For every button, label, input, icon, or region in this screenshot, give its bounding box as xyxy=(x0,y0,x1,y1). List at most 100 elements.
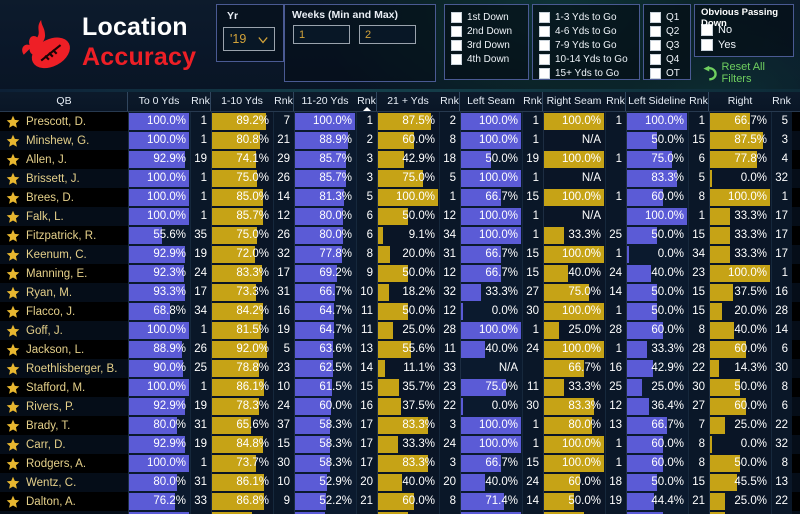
table-row[interactable]: Dalton, A. 76.2% 33 86.8% 9 52.2% 21 60.0% 8 71.4… xyxy=(0,492,800,511)
favorite-star-icon[interactable] xyxy=(6,210,20,224)
favorite-star-icon[interactable] xyxy=(6,153,20,167)
column-header-qb[interactable]: QB xyxy=(0,92,128,111)
checkbox-row-q3[interactable]: Q3 xyxy=(650,38,684,52)
column-header-rnk-7[interactable]: Rnk xyxy=(688,92,709,111)
checkbox-icon[interactable] xyxy=(650,39,661,51)
year-dropdown[interactable]: '19 xyxy=(223,27,275,51)
checkbox-icon[interactable] xyxy=(451,53,462,65)
column-header-rnk-4[interactable]: Rnk xyxy=(439,92,460,111)
checkbox-row-1st-down[interactable]: 1st Down xyxy=(451,10,522,24)
column-header-rnk-6[interactable]: Rnk xyxy=(605,92,626,111)
checkbox-row-1-3-yds[interactable]: 1-3 Yds to Go xyxy=(539,10,633,24)
checkbox-row-4-6-yds[interactable]: 4-6 Yds to Go xyxy=(539,24,633,38)
column-header-rnk-1[interactable]: Rnk xyxy=(190,92,211,111)
weeks-max-input[interactable]: 2 xyxy=(359,25,416,44)
favorite-star-icon[interactable] xyxy=(6,457,20,471)
favorite-star-icon[interactable] xyxy=(6,191,20,205)
column-header-right-sideline[interactable]: Right Sideline xyxy=(709,92,771,126)
table-row[interactable]: Wentz, C. 80.0% 31 86.1% 10 52.9% 20 40.0% 20 40.… xyxy=(0,473,800,492)
table-row[interactable]: Roethlisberger, B. 90.0% 25 78.8% 23 62.5% 14 1… xyxy=(0,359,800,378)
column-header-21-yds[interactable]: 21 + Yds xyxy=(377,92,439,111)
table-row[interactable]: Manning, E. 92.3% 24 83.3% 17 69.2% 9 50.0% 12 66… xyxy=(0,264,800,283)
table-row[interactable]: Minshew, G. 100.0% 1 80.8% 21 88.9% 2 60.0% 8 100… xyxy=(0,131,800,150)
favorite-star-icon[interactable] xyxy=(6,495,20,509)
table-row[interactable]: Allen, J. 92.9% 19 74.1% 29 85.7% 3 42.9% 18 50.0… xyxy=(0,150,800,169)
favorite-star-icon[interactable] xyxy=(6,286,20,300)
column-header-left-seam[interactable]: Left Seam xyxy=(460,92,522,111)
weeks-min-input[interactable]: 1 xyxy=(293,25,350,44)
checkbox-icon[interactable] xyxy=(451,25,462,37)
column-header-rnk-5[interactable]: Rnk xyxy=(522,92,543,111)
rank-cell: 19 xyxy=(522,150,543,169)
checkbox-icon[interactable] xyxy=(539,53,550,65)
column-header-1-10-yds[interactable]: 1-10 Yds xyxy=(211,92,273,111)
favorite-star-icon[interactable] xyxy=(6,419,20,433)
checkbox-icon[interactable] xyxy=(650,25,661,37)
checkbox-row-3rd-down[interactable]: 3rd Down xyxy=(451,38,522,52)
checkbox-icon[interactable] xyxy=(650,53,661,65)
checkbox-row-opd-yes[interactable]: Yes xyxy=(701,37,787,52)
table-row[interactable]: Falk, L. 100.0% 1 85.7% 12 80.0% 6 50.0% 12 100.0… xyxy=(0,207,800,226)
checkbox-icon[interactable] xyxy=(539,11,550,23)
column-header-left-sideline[interactable]: Left Sideline xyxy=(626,92,688,111)
checkbox-icon[interactable] xyxy=(539,25,550,37)
reset-all-filters-button[interactable]: Reset All Filters xyxy=(700,61,796,85)
checkbox-icon[interactable] xyxy=(451,11,462,23)
checkbox-row-15-plus-yds[interactable]: 15+ Yds to Go xyxy=(539,66,633,80)
favorite-star-icon[interactable] xyxy=(6,476,20,490)
table-row[interactable]: Jackson, L. 88.9% 26 92.0% 5 63.6% 13 55.6% 11 40… xyxy=(0,340,800,359)
favorite-star-icon[interactable] xyxy=(6,172,20,186)
value-cell: 78.3% xyxy=(211,397,273,416)
table-row[interactable]: Flacco, J. 68.8% 34 84.2% 16 64.7% 11 50.0% 12 0.… xyxy=(0,302,800,321)
checkbox-icon[interactable] xyxy=(539,39,550,51)
checkbox-icon[interactable] xyxy=(451,39,462,51)
favorite-star-icon[interactable] xyxy=(6,115,20,129)
table-row[interactable]: Goff, J. 100.0% 1 81.5% 19 64.7% 11 25.0% 28 100.… xyxy=(0,321,800,340)
favorite-star-icon[interactable] xyxy=(6,438,20,452)
table-row[interactable]: Brees, D. 100.0% 1 85.0% 14 81.3% 5 100.0% 1 66.7… xyxy=(0,188,800,207)
favorite-star-icon[interactable] xyxy=(6,381,20,395)
checkbox-row-7-9-yds[interactable]: 7-9 Yds to Go xyxy=(539,38,633,52)
column-header-right-seam[interactable]: Right Seam xyxy=(543,92,605,111)
checkbox-icon[interactable] xyxy=(650,67,661,79)
qb-name: Allen, J. xyxy=(26,153,67,166)
favorite-star-icon[interactable] xyxy=(6,343,20,357)
checkbox-row-4th-down[interactable]: 4th Down xyxy=(451,52,522,66)
favorite-star-icon[interactable] xyxy=(6,362,20,376)
value-cell: 50.0% xyxy=(543,492,605,511)
checkbox-row-q4[interactable]: Q4 xyxy=(650,52,684,66)
value-text: 100.0% xyxy=(478,115,518,127)
table-row[interactable]: Stafford, M. 100.0% 1 86.1% 10 61.5% 15 35.7% 23… xyxy=(0,378,800,397)
favorite-star-icon[interactable] xyxy=(6,134,20,148)
favorite-star-icon[interactable] xyxy=(6,324,20,338)
favorite-star-icon[interactable] xyxy=(6,229,20,243)
column-header-rnk-3[interactable]: Rnk xyxy=(356,92,377,111)
favorite-star-icon[interactable] xyxy=(6,248,20,262)
table-row[interactable]: Brady, T. 80.0% 31 65.6% 37 58.3% 17 83.3% 3 100.… xyxy=(0,416,800,435)
column-header-to-0-yds[interactable]: To 0 Yds xyxy=(128,92,190,111)
favorite-star-icon[interactable] xyxy=(6,267,20,281)
table-row[interactable]: Rivers, P. 92.9% 19 78.3% 24 60.0% 16 37.5% 22 0.… xyxy=(0,397,800,416)
table-row[interactable]: Keenum, C. 92.9% 19 72.0% 32 77.8% 8 20.0% 31 66.… xyxy=(0,245,800,264)
table-row[interactable]: Carr, D. 92.9% 19 84.8% 15 58.3% 17 33.3% 24 100.… xyxy=(0,435,800,454)
column-header-rnk-8[interactable]: Rnk xyxy=(771,92,792,111)
table-row[interactable]: Rodgers, A. 100.0% 1 73.7% 30 58.3% 17 83.3% 3 66… xyxy=(0,454,800,473)
value-text: 100.0% xyxy=(478,210,518,222)
checkbox-row-q2[interactable]: Q2 xyxy=(650,24,684,38)
favorite-star-icon[interactable] xyxy=(6,400,20,414)
checkbox-row-q1[interactable]: Q1 xyxy=(650,10,684,24)
table-row[interactable]: Ryan, M. 93.3% 17 73.3% 31 66.7% 10 18.2% 32 33.3… xyxy=(0,283,800,302)
checkbox-icon[interactable] xyxy=(650,11,661,23)
table-row[interactable]: Prescott, D. 100.0% 1 89.2% 7 100.0% 1 87.5% 2 10… xyxy=(0,112,800,131)
checkbox-icon[interactable] xyxy=(701,38,713,51)
column-header-rnk-2[interactable]: Rnk xyxy=(273,92,294,111)
table-row[interactable]: Brissett, J. 100.0% 1 75.0% 26 85.7% 3 75.0% 5 10… xyxy=(0,169,800,188)
checkbox-row-ot[interactable]: OT xyxy=(650,66,684,80)
checkbox-row-2nd-down[interactable]: 2nd Down xyxy=(451,24,522,38)
checkbox-icon[interactable] xyxy=(539,67,550,79)
checkbox-row-10-14-yds[interactable]: 10-14 Yds to Go xyxy=(539,52,633,66)
column-header-11-20-yds[interactable]: 11-20 Yds xyxy=(294,92,356,111)
value-cell: N/A xyxy=(543,169,605,188)
table-row[interactable]: Fitzpatrick, R. 55.6% 35 75.0% 26 80.0% 6 9.1% 3… xyxy=(0,226,800,245)
favorite-star-icon[interactable] xyxy=(6,305,20,319)
